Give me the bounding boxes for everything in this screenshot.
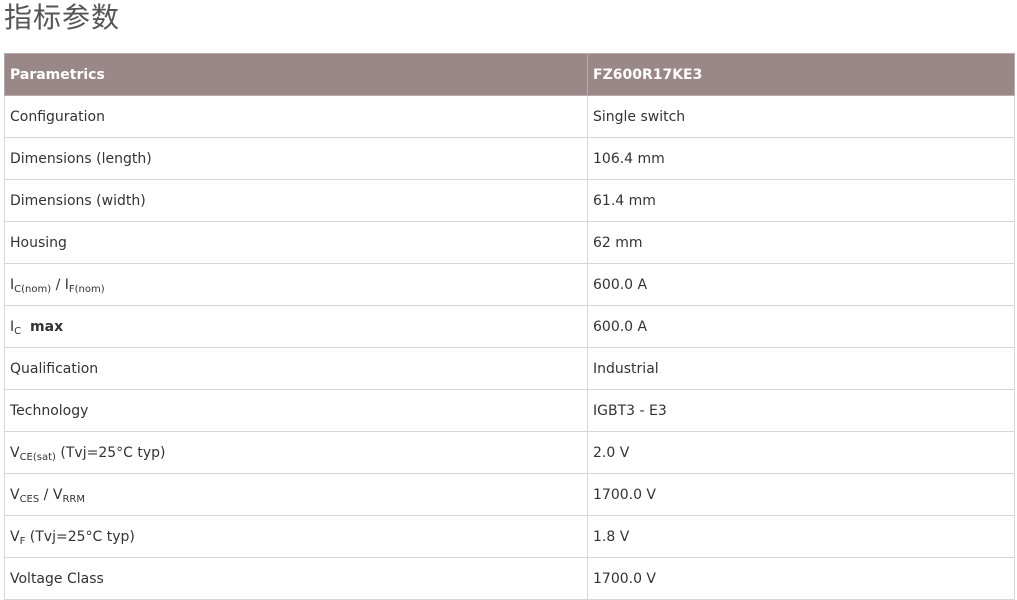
label-main: (Tvj=25°C typ) xyxy=(25,528,135,545)
table-row: VCE(sat) (Tvj=25°C typ) 2.0 V xyxy=(4,431,1015,474)
label-subscript: F(nom) xyxy=(68,283,105,295)
label-main: / I xyxy=(51,276,69,293)
page-title: 指标参数 xyxy=(4,1,121,34)
table-row: Housing 62 mm xyxy=(4,221,1015,264)
label-main-bold: max xyxy=(30,318,64,335)
label-main: V xyxy=(10,486,20,503)
table-header-row: Parametrics FZ600R17KE3 xyxy=(4,53,1015,96)
table-row: Configuration Single switch xyxy=(4,95,1015,138)
row-value: 600.0 A xyxy=(587,305,1015,348)
row-value: 106.4 mm xyxy=(587,137,1015,180)
row-value: IGBT3 - E3 xyxy=(587,389,1015,432)
row-value: 61.4 mm xyxy=(587,179,1015,222)
table-row: VF (Tvj=25°C typ) 1.8 V xyxy=(4,515,1015,558)
row-label: VCE(sat) (Tvj=25°C typ) xyxy=(4,431,588,474)
label-main: (Tvj=25°C typ) xyxy=(55,444,166,461)
table-row: IC max 600.0 A xyxy=(4,305,1015,348)
row-value: 1.8 V xyxy=(587,515,1015,558)
row-label: VCES / VRRM xyxy=(4,473,588,516)
row-value: 2.0 V xyxy=(587,431,1015,474)
row-label: VF (Tvj=25°C typ) xyxy=(4,515,588,558)
table-row: VCES / VRRM 1700.0 V xyxy=(4,473,1015,516)
table-row: IC(nom) / IF(nom) 600.0 A xyxy=(4,263,1015,306)
label-main: / V xyxy=(39,486,63,503)
table-row: Qualification Industrial xyxy=(4,347,1015,390)
label-subscript: RRM xyxy=(62,493,85,505)
header-parametrics: Parametrics xyxy=(4,53,588,96)
label-subscript: CES xyxy=(19,493,40,505)
row-value: 1700.0 V xyxy=(587,557,1015,600)
table-row: Voltage Class 1700.0 V xyxy=(4,557,1015,600)
label-main: V xyxy=(10,528,20,545)
row-label: Dimensions (width) xyxy=(4,179,588,222)
row-value: 600.0 A xyxy=(587,263,1015,306)
row-label: IC max xyxy=(4,305,588,348)
label-main: V xyxy=(10,444,20,461)
label-subscript: C(nom) xyxy=(14,283,52,295)
label-subscript: C xyxy=(14,325,22,337)
header-part-number: FZ600R17KE3 xyxy=(587,53,1015,96)
parametrics-table: Parametrics FZ600R17KE3 Configuration Si… xyxy=(4,53,1015,600)
row-label: Housing xyxy=(4,221,588,264)
table-row: Technology IGBT3 - E3 xyxy=(4,389,1015,432)
row-value: 1700.0 V xyxy=(587,473,1015,516)
table-row: Dimensions (length) 106.4 mm xyxy=(4,137,1015,180)
row-label: IC(nom) / IF(nom) xyxy=(4,263,588,306)
row-label: Dimensions (length) xyxy=(4,137,588,180)
row-label: Qualification xyxy=(4,347,588,390)
row-label: Configuration xyxy=(4,95,588,138)
table-row: Dimensions (width) 61.4 mm xyxy=(4,179,1015,222)
row-value: Single switch xyxy=(587,95,1015,138)
row-label: Technology xyxy=(4,389,588,432)
row-value: Industrial xyxy=(587,347,1015,390)
label-subscript: CE(sat) xyxy=(19,451,56,463)
row-label: Voltage Class xyxy=(4,557,588,600)
row-value: 62 mm xyxy=(587,221,1015,264)
